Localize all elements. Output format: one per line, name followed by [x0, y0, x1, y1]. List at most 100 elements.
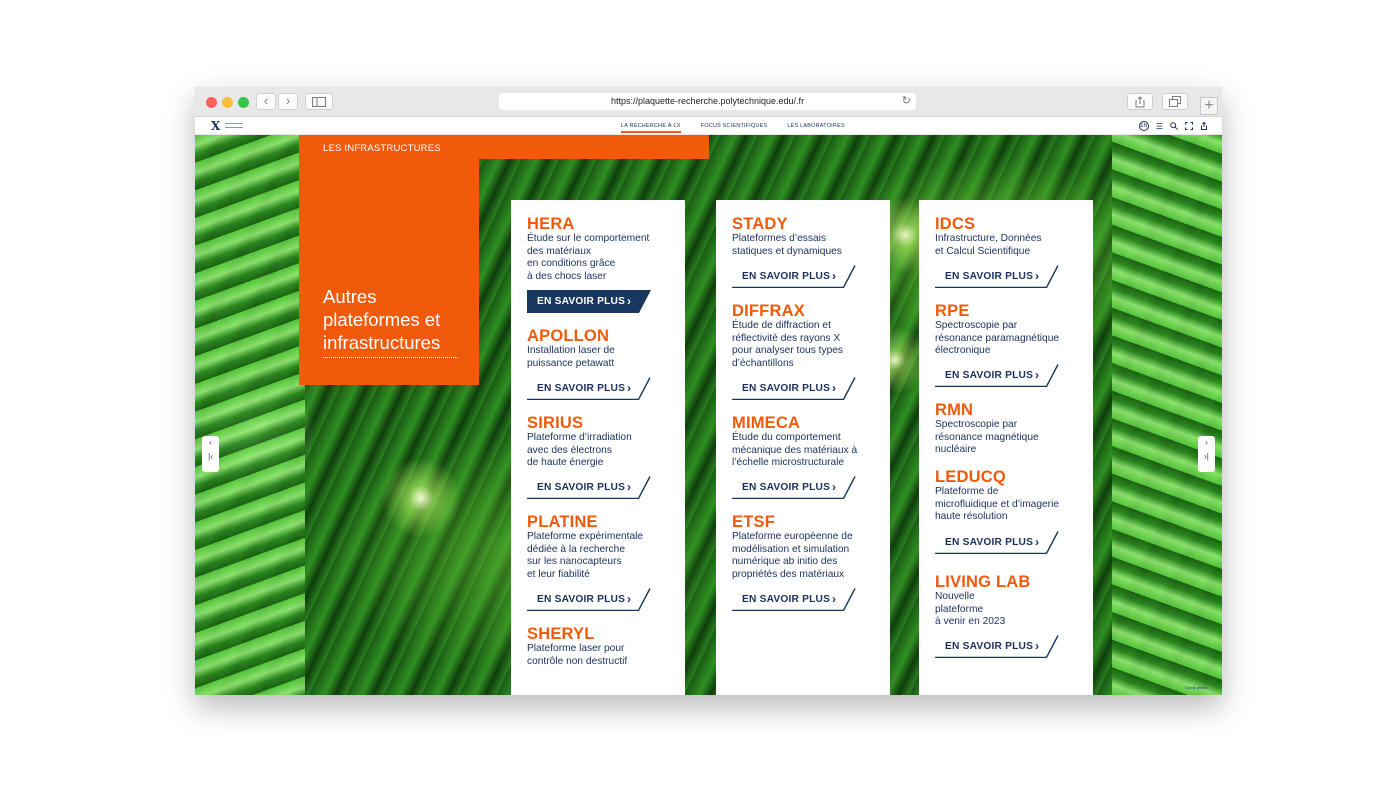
tabs-overview-button[interactable]	[1162, 93, 1188, 110]
next-page-control[interactable]: › ›|	[1198, 436, 1215, 472]
nav-tools: EN ☰	[1138, 121, 1208, 131]
back-button[interactable]: ‹	[256, 93, 276, 110]
learn-more-label: EN SAVOIR PLUS	[742, 482, 831, 493]
tabs-icon	[1169, 96, 1181, 107]
learn-more-button[interactable]: EN SAVOIR PLUS ›	[527, 290, 651, 313]
chevron-left-icon[interactable]: ‹	[202, 436, 219, 450]
platform-entry: ETSF Plateforme européenne de modélisati…	[732, 513, 882, 581]
share-icon[interactable]	[1200, 122, 1208, 130]
chevron-right-icon: ›	[1035, 269, 1039, 283]
search-icon[interactable]	[1170, 122, 1178, 130]
platform-description: Étude de diffraction et réflectivité des…	[732, 320, 843, 369]
learn-more-label: EN SAVOIR PLUS	[742, 383, 831, 394]
chevron-right-icon[interactable]: ›	[1198, 436, 1215, 450]
platform-description: Plateforme laser pour contrôle non destr…	[527, 643, 628, 667]
zoom-window-icon[interactable]	[238, 97, 249, 108]
platform-name: APOLLON	[527, 327, 610, 345]
address-text: https://plaquette-recherche.polytechniqu…	[610, 96, 805, 106]
platform-entry: APOLLON Installation laser de puissance …	[527, 327, 677, 370]
platform-name: STADY	[732, 215, 788, 233]
learn-more-label: EN SAVOIR PLUS	[945, 641, 1034, 652]
platform-description: Étude sur le comportement des matériaux …	[527, 233, 650, 282]
platform-description: Installation laser de puissance petawatt	[527, 345, 615, 369]
first-page-icon[interactable]: |‹	[202, 450, 219, 464]
learn-more-label: EN SAVOIR PLUS	[742, 271, 831, 282]
site-navbar: X LA RECHERCHE À LX FOCUS SCIENTIFIQUES …	[195, 118, 1222, 135]
learn-more-button[interactable]: EN SAVOIR PLUS ›	[935, 635, 1059, 658]
platform-entry: RMN Spectroscopie par résonance magnétiq…	[935, 401, 1085, 457]
platform-column-3: IDCS Infrastructure, Données et Calcul S…	[919, 200, 1093, 695]
menu-icon[interactable]: ☰	[1156, 122, 1163, 131]
platform-name: LEDUCQ	[935, 468, 1006, 486]
learn-more-label: EN SAVOIR PLUS	[945, 271, 1034, 282]
learn-more-label: EN SAVOIR PLUS	[537, 482, 626, 493]
learn-more-button[interactable]: EN SAVOIR PLUS ›	[732, 476, 856, 499]
platform-entry: LEDUCQ Plateforme de microfluidique et d…	[935, 468, 1085, 524]
nav-link-recherche[interactable]: LA RECHERCHE À LX	[621, 123, 681, 133]
learn-more-label: EN SAVOIR PLUS	[537, 296, 626, 307]
chevron-right-icon: ›	[832, 381, 836, 395]
chevron-right-icon: ›	[1035, 639, 1039, 653]
platform-entry: IDCS Infrastructure, Données et Calcul S…	[935, 215, 1085, 258]
browser-toolbar: ‹ › https://plaquette-recherche.polytech…	[195, 87, 1222, 117]
minimize-window-icon[interactable]	[222, 97, 233, 108]
language-button[interactable]: EN	[1138, 121, 1149, 131]
learn-more-button[interactable]: EN SAVOIR PLUS ›	[527, 588, 651, 611]
platform-description: Infrastructure, Données et Calcul Scient…	[935, 233, 1042, 257]
learn-more-label: EN SAVOIR PLUS	[945, 370, 1034, 381]
logo-wordmark	[225, 123, 243, 128]
platform-name: MIMECA	[732, 414, 801, 432]
sidebar-toggle-button[interactable]	[305, 93, 333, 110]
learn-more-button[interactable]: EN SAVOIR PLUS ›	[527, 377, 651, 400]
platform-name: SHERYL	[527, 625, 595, 643]
share-button[interactable]	[1127, 93, 1153, 110]
chevron-right-icon: ›	[832, 269, 836, 283]
section-label: LES INFRASTRUCTURES	[323, 143, 441, 154]
platform-entry: RPE Spectroscopie par résonance paramagn…	[935, 302, 1085, 358]
learn-more-button[interactable]: EN SAVOIR PLUS ›	[732, 377, 856, 400]
learn-more-label: EN SAVOIR PLUS	[537, 383, 626, 394]
platform-name: LIVING LAB	[935, 573, 1031, 591]
learn-more-button[interactable]: EN SAVOIR PLUS ›	[732, 588, 856, 611]
last-page-icon[interactable]: ›|	[1198, 450, 1215, 464]
photo-credit: Crédit photo	[1185, 685, 1207, 690]
platform-name: HERA	[527, 215, 575, 233]
platform-name: SIRIUS	[527, 414, 584, 432]
nav-link-focus[interactable]: FOCUS SCIENTIFIQUES	[701, 123, 768, 133]
content-stage: LES INFRASTRUCTURES Autres plateformes e…	[195, 135, 1222, 695]
nav-link-laboratoires[interactable]: LES LABORATOIRES	[787, 123, 844, 133]
platform-entry: DIFFRAX Étude de diffraction et réflecti…	[732, 302, 882, 370]
platform-entry: LIVING LAB Nouvelle plateforme à venir e…	[935, 573, 1085, 629]
polytechnique-logo[interactable]: X	[211, 119, 220, 133]
platform-name: PLATINE	[527, 513, 598, 531]
platform-description: Plateformes d’essais statiques et dynami…	[732, 233, 842, 257]
platform-description: Plateforme de microfluidique et d’imager…	[935, 486, 1060, 522]
previous-page-control[interactable]: ‹ |‹	[202, 436, 219, 472]
learn-more-button[interactable]: EN SAVOIR PLUS ›	[935, 265, 1059, 288]
fullscreen-icon[interactable]	[1185, 122, 1193, 130]
platform-name: IDCS	[935, 215, 976, 233]
platform-entry: MIMECA Étude du comportement mécanique d…	[732, 414, 882, 470]
learn-more-button[interactable]: EN SAVOIR PLUS ›	[732, 265, 856, 288]
section-bar: LES INFRASTRUCTURES	[299, 135, 709, 159]
chevron-right-icon: ›	[627, 592, 631, 606]
platform-entry: HERA Étude sur le comportement des matér…	[527, 215, 677, 283]
new-tab-button[interactable]: +	[1200, 97, 1218, 115]
platform-entry: SHERYL Plateforme laser pour contrôle no…	[527, 625, 677, 668]
learn-more-label: EN SAVOIR PLUS	[945, 537, 1034, 548]
forward-button[interactable]: ›	[278, 93, 298, 110]
learn-more-label: EN SAVOIR PLUS	[537, 594, 626, 605]
learn-more-button[interactable]: EN SAVOIR PLUS ›	[527, 476, 651, 499]
reload-icon[interactable]: ↻	[902, 93, 911, 110]
platform-description: Spectroscopie par résonance paramagnétiq…	[935, 320, 1060, 356]
learn-more-button[interactable]: EN SAVOIR PLUS ›	[935, 531, 1059, 554]
platform-entry: STADY Plateformes d’essais statiques et …	[732, 215, 882, 258]
learn-more-button[interactable]: EN SAVOIR PLUS ›	[935, 364, 1059, 387]
platform-column-1: HERA Étude sur le comportement des matér…	[511, 200, 685, 695]
close-window-icon[interactable]	[206, 97, 217, 108]
platform-description: Plateforme expérimentale dédiée à la rec…	[527, 531, 644, 580]
page-title: Autres plateformes et infrastructures	[323, 286, 441, 353]
address-bar[interactable]: https://plaquette-recherche.polytechniqu…	[499, 93, 916, 110]
chevron-right-icon: ›	[627, 381, 631, 395]
sidebar-icon	[312, 97, 326, 107]
